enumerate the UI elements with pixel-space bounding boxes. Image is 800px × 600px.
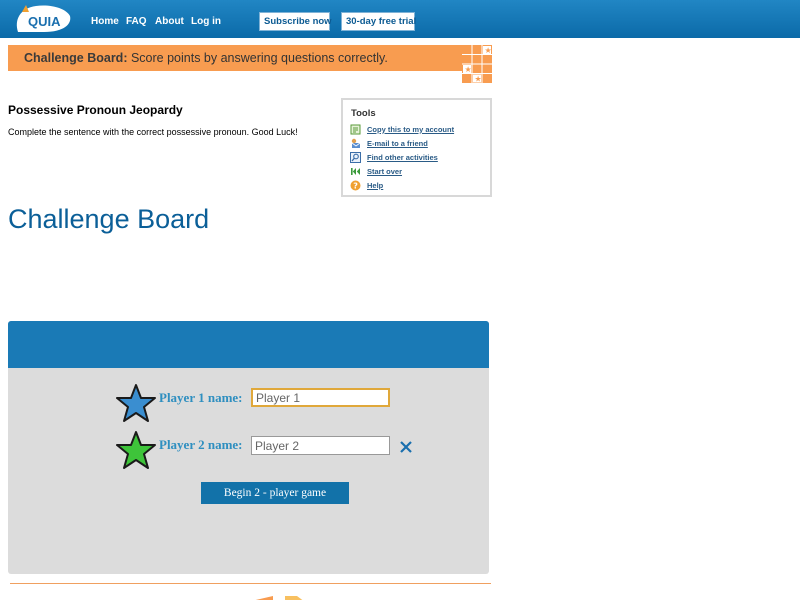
start-over-icon (351, 167, 360, 175)
bottom-divider (10, 583, 491, 584)
copy-icon (350, 124, 361, 134)
free-trial-button[interactable]: 30-day free trial (341, 12, 416, 31)
nav-about-link[interactable]: About (155, 16, 184, 27)
remove-player-close-icon[interactable] (399, 440, 413, 454)
tool-help[interactable]: ? Help (350, 179, 383, 191)
tool-label[interactable]: Help (367, 181, 383, 190)
help-icon: ? (350, 180, 361, 190)
logo-text: QUIA (28, 14, 61, 29)
tool-label[interactable]: Copy this to my account (367, 125, 454, 134)
svg-text:★: ★ (485, 46, 492, 55)
activity-description: Complete the sentence with the correct p… (8, 127, 298, 137)
banner-bold-text: Challenge Board: (24, 51, 128, 65)
tool-label[interactable]: Start over (367, 167, 402, 176)
find-icon (350, 151, 361, 163)
subscribe-button[interactable]: Subscribe now (259, 12, 332, 31)
svg-text:★: ★ (475, 75, 482, 84)
challenge-board-grid-icon: ★ ★ ★ (462, 45, 492, 83)
activity-title: Possessive Pronoun Jeopardy (8, 103, 183, 117)
tools-title: Tools (351, 108, 376, 119)
nav-faq-link[interactable]: FAQ (126, 16, 147, 27)
panel-header (8, 321, 489, 368)
nav-home-link[interactable]: Home (91, 16, 119, 27)
tool-find-activities[interactable]: Find other activities (350, 151, 438, 163)
begin-game-button[interactable]: Begin 2 - player game (201, 482, 349, 504)
page-title: Challenge Board (8, 204, 210, 234)
tool-label[interactable]: E-mail to a friend (367, 139, 428, 148)
activity-type-banner: Challenge Board: Score points by answeri… (8, 45, 464, 71)
game-setup-panel: Player 1 name: Player 2 name: Begin 2 - … (8, 321, 489, 574)
quia-logo[interactable]: QUIA (14, 2, 72, 34)
svg-text:★: ★ (465, 65, 472, 74)
tools-panel: Tools Copy this to my account E-mail to … (341, 98, 492, 197)
nav-login-link[interactable]: Log in (191, 16, 221, 27)
player-2-name-input[interactable] (251, 436, 390, 455)
tool-copy-to-account[interactable]: Copy this to my account (350, 123, 454, 135)
tool-email-friend[interactable]: E-mail to a friend (350, 137, 428, 149)
top-nav-bar: QUIA Home FAQ About Log in Subscribe now… (0, 0, 800, 38)
player-1-label: Player 1 name: (159, 390, 243, 405)
banner-text: Score points by answering questions corr… (127, 51, 388, 65)
tool-label[interactable]: Find other activities (367, 153, 438, 162)
svg-text:?: ? (353, 181, 358, 190)
player-2-label: Player 2 name: (159, 437, 243, 452)
cards-icon (255, 596, 303, 600)
player-2-star-icon (116, 431, 156, 469)
player-1-name-input[interactable] (251, 388, 390, 407)
email-icon (351, 138, 361, 148)
tool-start-over[interactable]: Start over (350, 165, 402, 177)
player-1-star-icon (116, 384, 156, 422)
